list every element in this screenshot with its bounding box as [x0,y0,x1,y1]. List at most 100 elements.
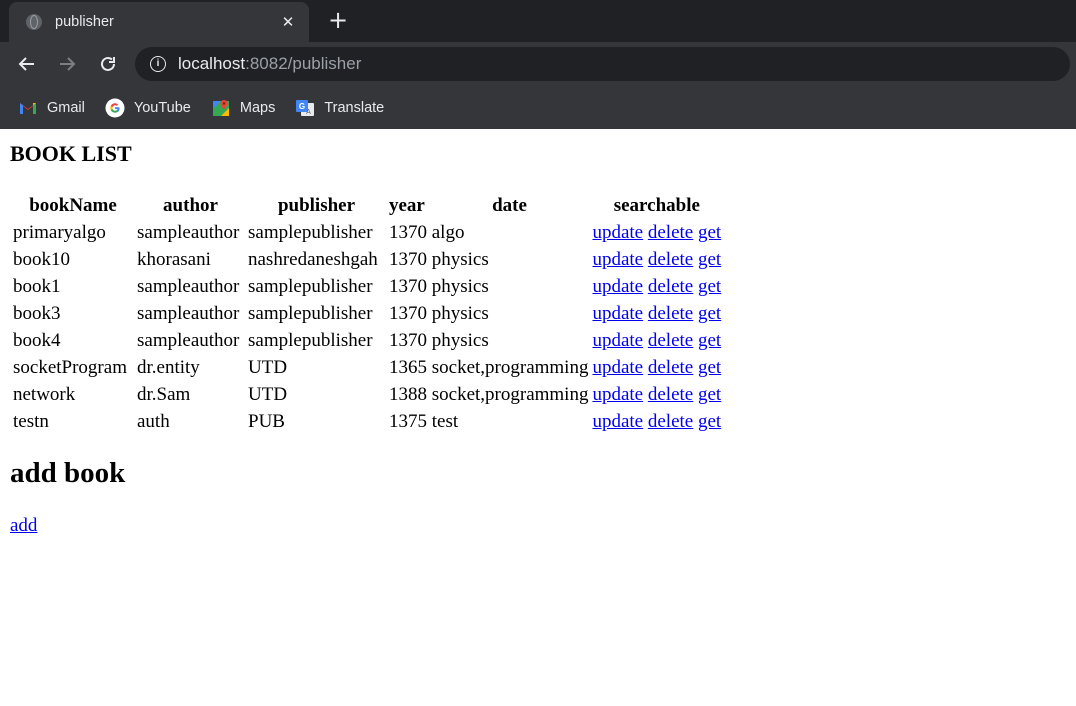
year-date-cell: 1370 physics [389,275,489,297]
bookmark-label: YouTube [133,99,191,116]
bookmark-translate[interactable]: G A Translate [295,98,384,118]
actions-cell: update delete get [591,328,722,353]
new-tab-button[interactable]: + [326,8,350,32]
table-row: book3 sampleauthor samplepublisher 1370 phy… [12,301,722,326]
column-header: year [389,194,425,216]
bookmark-gmail[interactable]: Gmail [18,98,85,118]
author-cell: sampleauthor [137,302,240,324]
tab-strip: publisher ✕ + [0,0,1076,42]
bookmark-label: Gmail [47,99,85,116]
bookmark-label: Maps [239,99,276,116]
author-cell: dr.entity [137,356,200,378]
delete-link[interactable]: delete [648,384,693,405]
browser-tab[interactable]: publisher ✕ [9,2,309,42]
globe-icon [26,14,42,30]
delete-link[interactable]: delete [648,222,693,243]
book-name-cell: book3 [13,302,61,324]
delete-link[interactable]: delete [648,276,693,297]
svg-text:G: G [299,102,305,111]
column-header: publisher [277,194,356,216]
publisher-cell: UTD [248,383,288,405]
actions-cell: update delete get [591,274,722,299]
publisher-cell: PUB [248,410,285,432]
publisher-cell: nashredaneshgah [248,248,378,270]
url-text[interactable]: localhost:8082/publisher [178,54,361,74]
arrow-right-icon [60,57,76,71]
get-link[interactable]: get [698,222,721,243]
update-link[interactable]: update [592,384,643,405]
book-list-title: BOOK LIST [10,141,132,166]
update-link[interactable]: update [592,303,643,324]
get-link[interactable]: get [698,357,721,378]
address-bar[interactable]: i localhost:8082/publisher [135,47,1070,81]
publisher-cell: samplepublisher [248,221,373,243]
book-name-cell: network [13,383,76,405]
update-link[interactable]: update [592,222,643,243]
book-name-cell: book4 [13,329,61,351]
publisher-cell: samplepublisher [248,329,373,351]
add-book-heading: add book [10,457,126,489]
column-header: author [163,194,218,216]
browser-chrome: publisher ✕ + i localhost:8082/publisher [0,0,1076,129]
add-link[interactable]: add [10,515,37,537]
delete-link[interactable]: delete [648,303,693,324]
get-link[interactable]: get [698,303,721,324]
book-name-cell: testn [13,410,49,432]
bookmark-maps[interactable]: Maps [211,98,275,118]
book-name-cell: socketProgram [13,356,127,378]
delete-link[interactable]: delete [648,249,693,270]
get-link[interactable]: get [698,411,721,432]
page-content: BOOK LIST bookName author publisher year… [0,141,1076,537]
back-button[interactable] [15,52,39,76]
update-link[interactable]: update [592,276,643,297]
table-row: primaryalgo sampleauthor samplepublisher 13… [12,220,722,245]
delete-link[interactable]: delete [648,330,693,351]
get-link[interactable]: get [698,384,721,405]
author-cell: khorasani [137,248,211,270]
author-cell: sampleauthor [137,275,240,297]
table-row: socketProgram dr.entity UTD 1365 socket,pro… [12,355,722,380]
table-row: book1 sampleauthor samplepublisher 1370 phy… [12,274,722,299]
bookmark-label: Translate [324,99,385,116]
delete-link[interactable]: delete [648,411,693,432]
close-tab-icon[interactable]: ✕ [279,13,297,31]
delete-link[interactable]: delete [648,357,693,378]
column-header: searchable [613,194,700,216]
get-link[interactable]: get [698,249,721,270]
year-date-cell: 1370 physics [389,302,489,324]
translate-icon: G A [296,99,315,116]
bookmark-youtube[interactable]: YouTube [105,98,191,118]
actions-cell: update delete get [591,301,722,326]
table-row: testn auth PUB 1375 test update delete get [12,409,722,434]
year-date-cell: 1370 algo [389,221,465,243]
update-link[interactable]: update [592,357,643,378]
column-header: date [492,194,527,216]
google-icon [105,98,125,117]
author-cell: auth [137,410,170,432]
update-link[interactable]: update [592,411,643,432]
author-cell: sampleauthor [137,221,240,243]
year-date-cell: 1370 physics [389,329,489,351]
reload-button[interactable] [96,52,120,76]
year-date-cell: 1388 socket,programming [389,383,589,405]
info-icon[interactable]: i [150,56,166,72]
get-link[interactable]: get [698,330,721,351]
update-link[interactable]: update [592,249,643,270]
books-table: bookName author publisher year date sear… [10,191,724,436]
forward-button[interactable] [55,52,79,76]
maps-icon [212,99,229,116]
book-name-cell: primaryalgo [13,221,106,243]
column-header: bookName [29,194,117,216]
get-link[interactable]: get [698,276,721,297]
year-date-cell: 1375 test [389,410,459,432]
url-host: localhost [178,54,246,73]
actions-cell: update delete get [591,355,722,380]
publisher-cell: UTD [248,356,288,378]
author-cell: dr.Sam [137,383,191,405]
author-cell: sampleauthor [137,329,240,351]
actions-cell: update delete get [591,220,722,245]
svg-text:A: A [306,109,311,116]
update-link[interactable]: update [592,330,643,351]
actions-cell: update delete get [591,409,722,434]
table-row: network dr.Sam UTD 1388 socket,programming u… [12,382,722,407]
